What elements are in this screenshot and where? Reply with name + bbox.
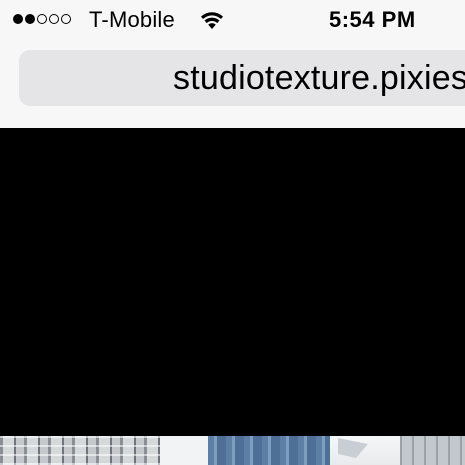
photo-strip: [0, 436, 465, 465]
status-bar: T-Mobile 5:54 PM: [0, 0, 465, 40]
signal-dot-empty: [37, 14, 47, 24]
carrier-name: T-Mobile: [89, 7, 175, 32]
building-photo[interactable]: [330, 436, 400, 465]
building-photo[interactable]: [0, 436, 160, 465]
cellular-signal-icon: [13, 14, 71, 24]
address-bar[interactable]: studiotexture.pixies: [19, 50, 465, 106]
status-time: 5:54 PM: [329, 7, 416, 32]
building-photo[interactable]: [160, 436, 208, 465]
flag-shape: [338, 438, 368, 458]
signal-dot-empty: [61, 14, 71, 24]
building-photo[interactable]: [400, 436, 465, 465]
phone-screen: T-Mobile 5:54 PM studiotexture.pixies: [0, 0, 465, 465]
web-content[interactable]: [0, 128, 465, 465]
signal-dot-empty: [49, 14, 59, 24]
wifi-icon: [201, 12, 223, 29]
signal-dot-filled: [25, 14, 35, 24]
browser-toolbar: studiotexture.pixies: [0, 40, 465, 168]
building-photo[interactable]: [208, 436, 330, 465]
video-player[interactable]: [0, 128, 465, 436]
signal-dot-filled: [13, 14, 23, 24]
url-text[interactable]: studiotexture.pixies: [173, 59, 465, 98]
